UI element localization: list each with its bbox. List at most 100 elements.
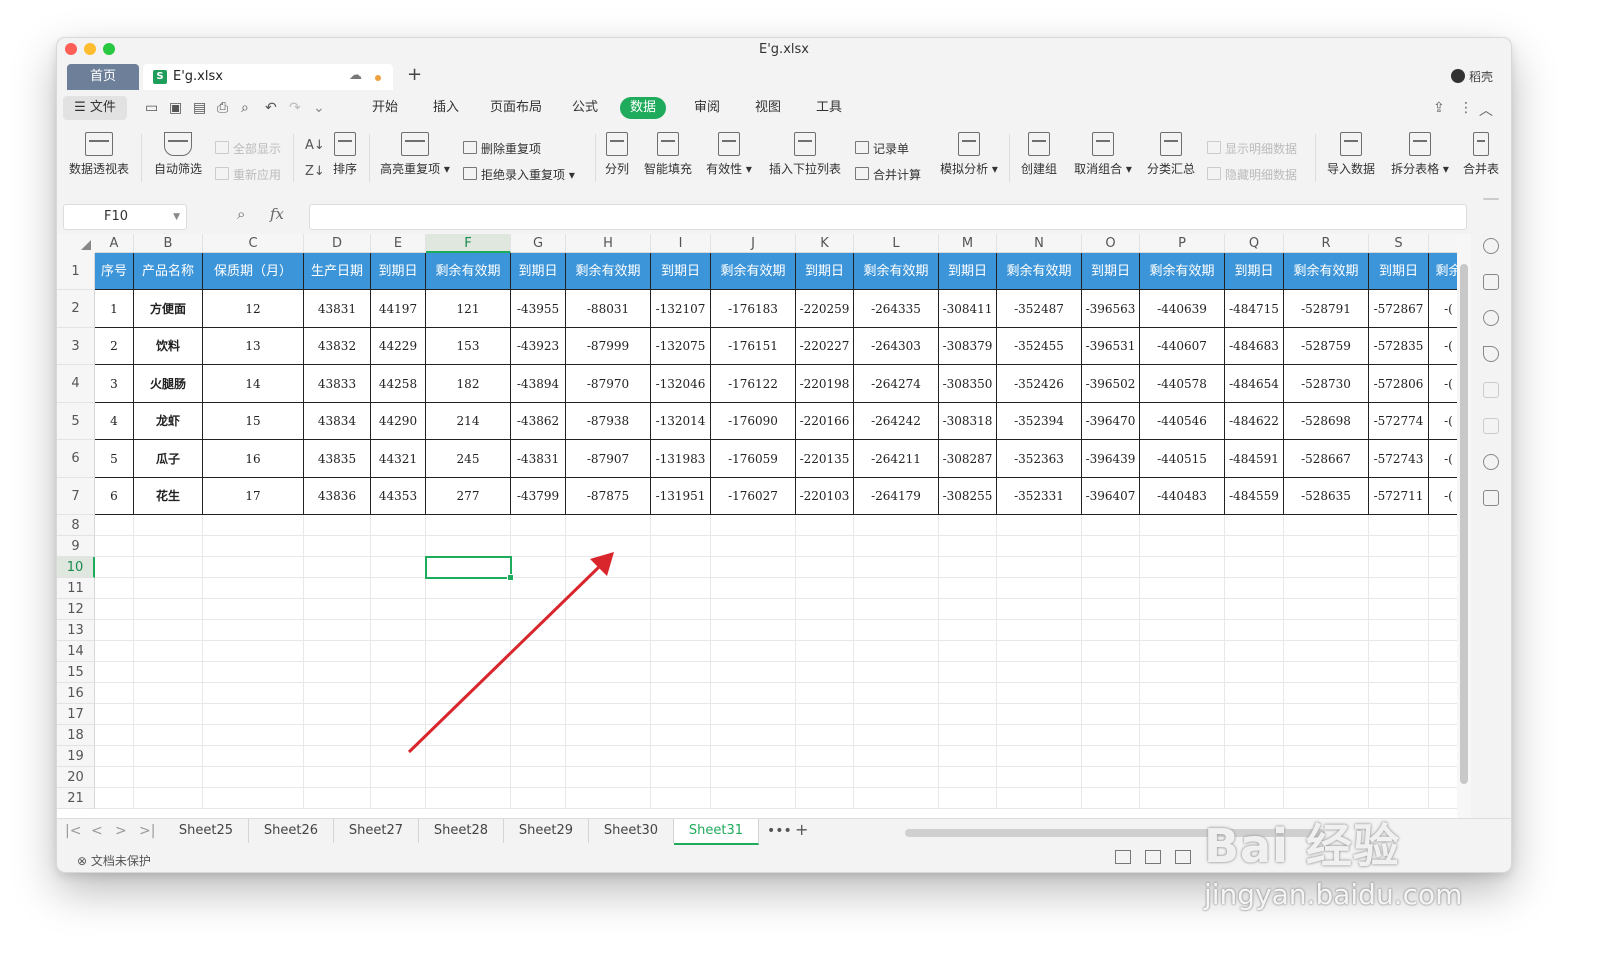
cell[interactable]: [1284, 683, 1369, 704]
cell[interactable]: [997, 662, 1082, 683]
cell[interactable]: [1369, 767, 1429, 788]
cell[interactable]: [1082, 515, 1140, 536]
cell[interactable]: [1140, 515, 1225, 536]
cell[interactable]: 4: [95, 403, 134, 440]
cell[interactable]: [511, 725, 566, 746]
cell[interactable]: [1140, 641, 1225, 662]
cell[interactable]: [1225, 746, 1284, 767]
cell[interactable]: [1369, 557, 1429, 578]
cell[interactable]: -264211: [854, 440, 939, 478]
cell[interactable]: [203, 746, 304, 767]
show-all-button[interactable]: 全部显示: [215, 140, 281, 157]
cell[interactable]: [939, 515, 997, 536]
cell[interactable]: [134, 767, 203, 788]
cell[interactable]: [854, 725, 939, 746]
cell[interactable]: [95, 557, 134, 578]
cell[interactable]: 44258: [371, 365, 426, 403]
cell[interactable]: -484559: [1225, 478, 1284, 515]
cell[interactable]: 43833: [304, 365, 371, 403]
cell[interactable]: [304, 515, 371, 536]
cell[interactable]: [1429, 683, 1457, 704]
cell[interactable]: [711, 599, 796, 620]
cell[interactable]: [1284, 557, 1369, 578]
cell[interactable]: -220259: [796, 290, 854, 328]
cell[interactable]: [304, 641, 371, 662]
cell[interactable]: [95, 746, 134, 767]
highlight-duplicates-button[interactable]: 高亮重复项 ▾: [375, 126, 455, 177]
show-detail-button[interactable]: 显示明细数据: [1207, 140, 1297, 157]
cell[interactable]: [134, 620, 203, 641]
cell[interactable]: 44353: [371, 478, 426, 515]
share-icon[interactable]: ⇪: [1433, 100, 1445, 116]
cell[interactable]: 2: [95, 328, 134, 365]
cell[interactable]: [997, 536, 1082, 557]
cell[interactable]: [203, 662, 304, 683]
cell[interactable]: [854, 641, 939, 662]
cell[interactable]: [371, 515, 426, 536]
cell[interactable]: [566, 620, 651, 641]
open-folder-icon[interactable]: ▭: [145, 100, 158, 116]
cell[interactable]: [1140, 620, 1225, 641]
cell[interactable]: -132046: [651, 365, 711, 403]
tab-page-layout[interactable]: 页面布局: [480, 97, 552, 119]
cell[interactable]: [711, 515, 796, 536]
cell[interactable]: [371, 620, 426, 641]
cell[interactable]: -(: [1429, 478, 1457, 515]
header-cell[interactable]: 剩余有效期: [997, 253, 1082, 290]
cell[interactable]: [1429, 599, 1457, 620]
header-cell[interactable]: 剩余有效期: [1140, 253, 1225, 290]
cell[interactable]: [371, 746, 426, 767]
cell[interactable]: [304, 683, 371, 704]
delete-duplicates-button[interactable]: 删除重复项: [463, 140, 541, 157]
cell[interactable]: [711, 767, 796, 788]
cell[interactable]: -88031: [566, 290, 651, 328]
normal-view-icon[interactable]: [1115, 850, 1131, 864]
cell[interactable]: [1369, 704, 1429, 725]
cell[interactable]: [796, 704, 854, 725]
cell[interactable]: [566, 515, 651, 536]
cell[interactable]: -220198: [796, 365, 854, 403]
formula-input[interactable]: [309, 204, 1467, 230]
cell[interactable]: -264242: [854, 403, 939, 440]
cell[interactable]: [95, 620, 134, 641]
cell[interactable]: 44290: [371, 403, 426, 440]
header-cell[interactable]: 保质期（月）: [203, 253, 304, 290]
cell[interactable]: [371, 578, 426, 599]
cell[interactable]: [566, 599, 651, 620]
cell[interactable]: 121: [426, 290, 511, 328]
cell[interactable]: [426, 620, 511, 641]
cell[interactable]: [371, 557, 426, 578]
cell[interactable]: -43799: [511, 478, 566, 515]
cell[interactable]: -87999: [566, 328, 651, 365]
cell[interactable]: [371, 788, 426, 809]
cell[interactable]: -132075: [651, 328, 711, 365]
smart-fill-button[interactable]: 智能填充: [641, 126, 695, 177]
cell[interactable]: [796, 725, 854, 746]
cell[interactable]: [1082, 641, 1140, 662]
add-sheet-button[interactable]: +: [795, 820, 808, 839]
cell[interactable]: [1429, 620, 1457, 641]
cell[interactable]: [426, 578, 511, 599]
sheet-tab-sheet28[interactable]: Sheet28: [419, 819, 504, 843]
cell[interactable]: [371, 704, 426, 725]
cell[interactable]: [796, 662, 854, 683]
cell[interactable]: 5: [95, 440, 134, 478]
cell[interactable]: 15: [203, 403, 304, 440]
sheet-tab-sheet30[interactable]: Sheet30: [589, 819, 674, 843]
row-header[interactable]: 17: [57, 704, 95, 725]
cell[interactable]: -396563: [1082, 290, 1140, 328]
cell[interactable]: [511, 599, 566, 620]
row-header[interactable]: 5: [57, 403, 95, 440]
cell[interactable]: 6: [95, 478, 134, 515]
whatif-button[interactable]: 模拟分析 ▾: [937, 126, 1001, 177]
cell[interactable]: [854, 578, 939, 599]
cell[interactable]: [1369, 641, 1429, 662]
row-header[interactable]: 15: [57, 662, 95, 683]
header-cell[interactable]: 生产日期: [304, 253, 371, 290]
cell[interactable]: 44197: [371, 290, 426, 328]
cell[interactable]: [566, 725, 651, 746]
cell[interactable]: [1225, 557, 1284, 578]
more-options-icon[interactable]: ⋮: [1459, 100, 1473, 116]
undo-icon[interactable]: ↶: [265, 100, 277, 116]
cell[interactable]: -(: [1429, 290, 1457, 328]
